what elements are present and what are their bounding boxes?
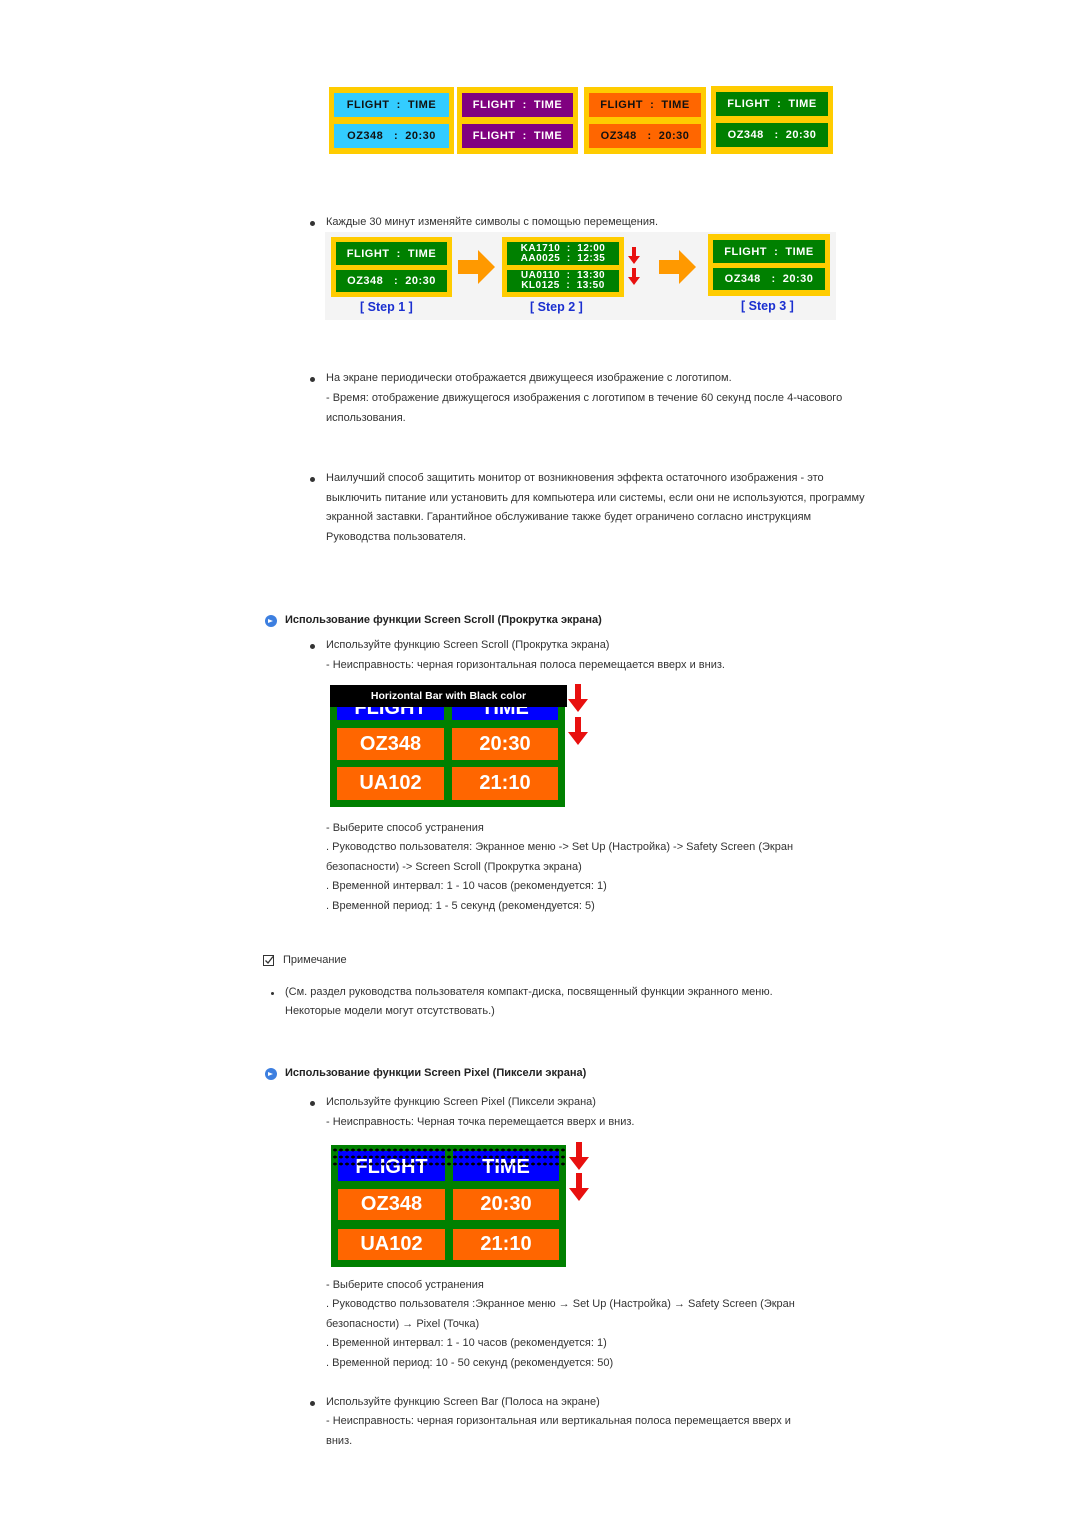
board-cell: OZ348 [337,728,444,760]
arrow-down-icon [568,684,588,712]
section2-bullet-text: На экране периодически отображается движ… [326,372,732,384]
note-text-2: Некоторые модели могут отсутствовать.) [285,1005,495,1017]
panel-row: FLIGHT : TIME [462,93,573,117]
arrow-circle-icon [265,615,277,627]
panel-row-scrolling: UA0110 : 13:30 KL0125 : 13:50 [507,270,619,292]
arrow-down-icon [628,268,640,285]
arrow-right-icon [458,250,495,284]
board-cell: 21:10 [452,767,558,800]
screen-pixel-heading: Использование функции Screen Pixel (Пикс… [285,1067,587,1079]
color-panel-green: FLIGHT : TIME OZ348 : 20:30 [711,86,833,154]
panel-row: FLIGHT : TIME [334,93,449,117]
arrow-right-icon [659,250,696,284]
pixel-issue-text: - Неисправность: Черная точка перемещает… [326,1116,635,1128]
bar-issue-text-1: - Неисправность: черная горизонтальная и… [326,1415,791,1427]
bar-bullet-text: Используйте функцию Screen Bar (Полоса н… [326,1396,600,1408]
black-dot-line [332,1148,566,1152]
bullet-dot [271,992,274,995]
section2-detail-text: - Время: отображение движущегося изображ… [326,392,843,424]
black-dot-line [332,1155,566,1159]
bullet-dot [310,377,315,382]
note-title: Примечание [283,954,347,966]
scroll-line: KL0125 : 13:50 [521,280,605,291]
bar-issue-text-2: вниз. [326,1435,353,1447]
arrow-down-icon [568,717,588,745]
pixel-fix-path-2: безопасности) → Pixel (Точка) [326,1318,480,1330]
black-bar-banner: Horizontal Bar with Black color [330,685,567,707]
scroll-line: AA0025 : 12:35 [520,252,606,264]
pixel-fix-title: - Выберите способ устранения [326,1279,484,1291]
pixel-bullet-text: Используйте функцию Screen Pixel (Пиксел… [326,1096,596,1108]
scroll-period: . Временной период: 1 - 5 секунд (рекоме… [326,900,595,912]
step1-label: [ Step 1 ] [360,300,413,314]
scroll-fix-path-1: . Руководство пользователя: Экранное мен… [326,841,794,853]
pixel-period: . Временной период: 10 - 50 секунд (реко… [326,1357,614,1369]
scroll-line: KA1710 : 12:00 [520,242,606,254]
panel-row: FLIGHT : TIME [336,242,447,265]
panel-row: OZ348 : 20:30 [336,270,447,292]
panel-row: FLIGHT : TIME [462,124,573,148]
step3-label: [ Step 3 ] [741,299,794,313]
board-cell: UA102 [338,1229,445,1260]
scroll-fix-title: - Выберите способ устранения [326,822,484,834]
panel-row: FLIGHT : TIME [716,92,828,116]
panel-row-scrolling: KA1710 : 12:00 AA0025 : 12:35 [507,242,619,265]
arrow-down-icon [628,247,640,264]
steps-illustration: FLIGHT : TIME OZ348 : 20:30 [ Step 1 ] K… [325,232,836,320]
panel-row: FLIGHT : TIME [589,93,701,117]
board-cell: 21:10 [453,1229,559,1260]
panel-row: FLIGHT : TIME [713,240,825,263]
panel-row: OZ348 : 20:30 [589,124,701,148]
note-text-1: (См. раздел руководства пользователя ком… [285,986,773,998]
scroll-interval: . Временной интервал: 1 - 10 часов (реко… [326,880,607,892]
scroll-board: FLIGHT TIME OZ348 20:30 UA102 21:10 Hori… [330,685,567,807]
step2-label: [ Step 2 ] [530,300,583,314]
step3-panel: FLIGHT : TIME OZ348 : 20:30 [708,234,830,296]
checkbox-checked-icon [263,955,274,966]
scroll-fix-path-2: безопасности) -> Screen Scroll (Прокрутк… [326,861,582,873]
scroll-issue-text: - Неисправность: черная горизонтальная п… [326,659,725,671]
bullet-dot [310,1101,315,1106]
panel-row: OZ348 : 20:30 [334,124,449,148]
panel-row: OZ348 : 20:30 [713,268,825,290]
board-cell: UA102 [337,767,444,800]
bullet-dot [310,1401,315,1406]
panel-row: OZ348 : 20:30 [716,123,828,147]
board-cell: 20:30 [453,1189,559,1220]
color-panel-orange: FLIGHT : TIME OZ348 : 20:30 [584,87,706,154]
pixel-interval: . Временной интервал: 1 - 10 часов (реко… [326,1337,607,1349]
scroll-bullet-text: Используйте функцию Screen Scroll (Прокр… [326,639,610,651]
board-cell: OZ348 [338,1189,445,1220]
color-panel-cyan: FLIGHT : TIME OZ348 : 20:30 [329,87,454,154]
board-cell: 20:30 [452,728,558,760]
bullet-dot [310,644,315,649]
pixel-fix-path-1: . Руководство пользователя :Экранное мен… [326,1298,795,1310]
section3-bullet-text: Наилучший способ защитить монитор от воз… [326,472,865,543]
step1-panel: FLIGHT : TIME OZ348 : 20:30 [331,237,452,297]
bullet-dot [310,477,315,482]
pixel-board: FLIGHT TIME OZ348 20:30 UA102 21:10 [331,1145,566,1267]
step2-panel: KA1710 : 12:00 AA0025 : 12:35 UA0110 : 1… [502,237,624,297]
black-dot-line [332,1162,566,1166]
screen-scroll-heading: Использование функции Screen Scroll (Про… [285,614,602,626]
color-panel-purple: FLIGHT : TIME FLIGHT : TIME [457,87,578,154]
arrow-circle-icon [265,1068,277,1080]
bullet-dot [310,221,315,226]
arrow-down-icon [569,1142,589,1170]
arrow-down-icon [569,1173,589,1201]
section1-bullet-text: Каждые 30 минут изменяйте символы с помо… [326,216,659,228]
